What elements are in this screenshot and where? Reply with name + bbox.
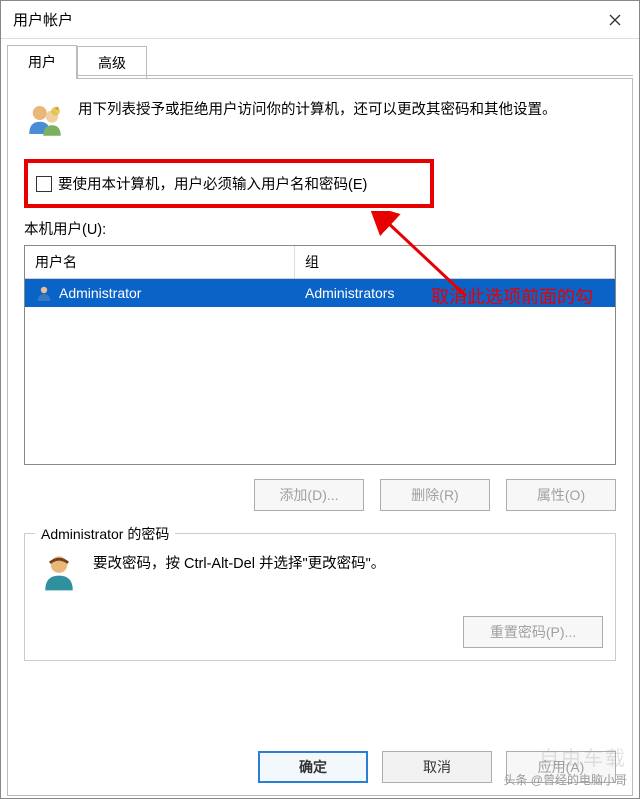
reset-password-button[interactable]: 重置密码(P)... bbox=[463, 616, 603, 648]
row-group: Administrators bbox=[295, 285, 615, 301]
tab-underline bbox=[7, 75, 633, 76]
close-icon bbox=[609, 14, 621, 26]
users-icon bbox=[24, 99, 66, 141]
row-username: Administrator bbox=[59, 285, 141, 301]
userlist-actions: 添加(D)... 删除(R) 属性(O) bbox=[24, 479, 616, 511]
password-group-title: Administrator 的密码 bbox=[35, 524, 175, 544]
column-group[interactable]: 组 bbox=[295, 246, 615, 278]
tabs: 用户 高级 bbox=[1, 39, 639, 78]
password-row: 要改密码，按 Ctrl-Alt-Del 并选择"更改密码"。 bbox=[37, 550, 603, 594]
password-instruction: 要改密码，按 Ctrl-Alt-Del 并选择"更改密码"。 bbox=[93, 550, 385, 573]
column-username[interactable]: 用户名 bbox=[25, 246, 295, 278]
watermark-credit: 头条 @曾经的电脑小哥 bbox=[503, 771, 627, 788]
reset-password-row: 重置密码(P)... bbox=[37, 616, 603, 648]
watermark-logo: 自由车载 bbox=[503, 742, 627, 771]
intro-text: 用下列表授予或拒绝用户访问你的计算机，还可以更改其密码和其他设置。 bbox=[78, 99, 557, 141]
watermark: 自由车载 头条 @曾经的电脑小哥 bbox=[503, 742, 627, 788]
tab-user[interactable]: 用户 bbox=[7, 45, 77, 78]
password-user-icon bbox=[37, 550, 81, 594]
user-icon bbox=[35, 284, 53, 302]
ok-button[interactable]: 确定 bbox=[258, 751, 368, 783]
annotation-highlight-box: 要使用本计算机，用户必须输入用户名和密码(E) bbox=[24, 159, 434, 208]
remove-button[interactable]: 删除(R) bbox=[380, 479, 490, 511]
titlebar: 用户帐户 bbox=[1, 1, 639, 39]
add-button[interactable]: 添加(D)... bbox=[254, 479, 364, 511]
listview-header: 用户名 组 bbox=[25, 246, 615, 279]
table-row[interactable]: Administrator Administrators bbox=[25, 279, 615, 307]
password-groupbox: Administrator 的密码 要改密码，按 Ctrl-Alt-Del 并选… bbox=[24, 533, 616, 661]
cancel-button[interactable]: 取消 bbox=[382, 751, 492, 783]
properties-button[interactable]: 属性(O) bbox=[506, 479, 616, 511]
window-title: 用户帐户 bbox=[13, 9, 73, 30]
userlist-label: 本机用户(U): bbox=[24, 218, 616, 239]
intro-section: 用下列表授予或拒绝用户访问你的计算机，还可以更改其密码和其他设置。 bbox=[24, 99, 616, 141]
require-password-row[interactable]: 要使用本计算机，用户必须输入用户名和密码(E) bbox=[36, 173, 422, 194]
require-password-checkbox[interactable] bbox=[36, 176, 52, 192]
close-button[interactable] bbox=[591, 1, 639, 39]
user-listview[interactable]: 用户名 组 Administrator Administrators bbox=[24, 245, 616, 465]
tab-content: 用下列表授予或拒绝用户访问你的计算机，还可以更改其密码和其他设置。 要使用本计算… bbox=[7, 78, 633, 796]
require-password-label: 要使用本计算机，用户必须输入用户名和密码(E) bbox=[58, 173, 367, 194]
user-accounts-window: 用户帐户 用户 高级 用下列表授予或拒绝用户访问你的计算机，还可以更改其密码和其… bbox=[0, 0, 640, 799]
